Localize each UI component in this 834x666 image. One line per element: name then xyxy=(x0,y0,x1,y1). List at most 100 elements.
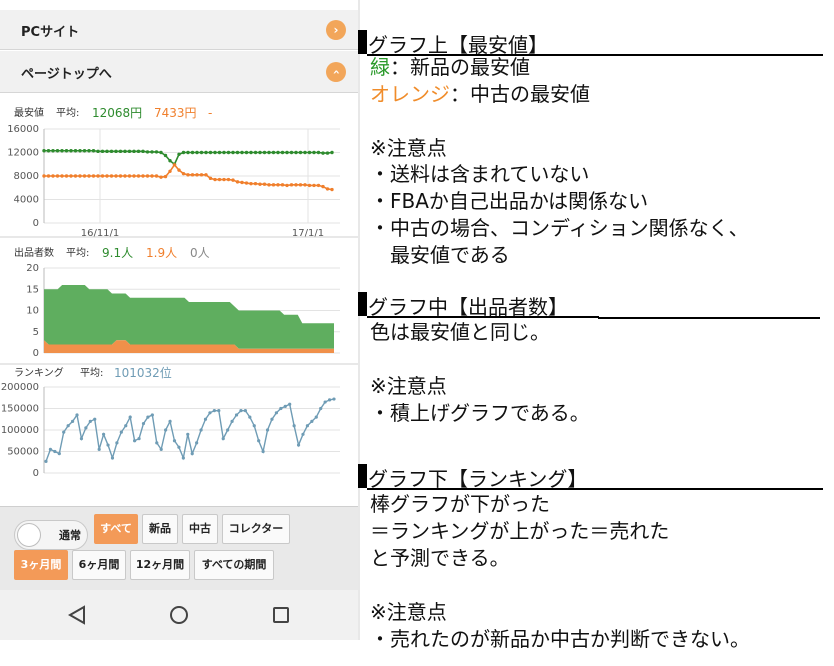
period-6m-button[interactable]: 6ヶ月間 xyxy=(72,550,126,580)
orange-word: オレンジ xyxy=(370,82,450,106)
filter-used-button[interactable]: 中古 xyxy=(182,514,218,544)
ranking-point xyxy=(119,430,123,434)
new-price-point xyxy=(231,150,235,155)
ranking-point xyxy=(261,449,265,454)
period-12m-button[interactable]: 12ヶ月間 xyxy=(130,550,190,580)
green-desc: ：新品の最安値 xyxy=(390,55,530,79)
ranking-point xyxy=(44,459,48,463)
used-price-point xyxy=(226,177,231,182)
used-price-point xyxy=(109,174,114,178)
note-fba: ・FBAか自己出品かは関係ない xyxy=(370,189,649,213)
toggle-knob[interactable] xyxy=(17,523,41,547)
ranking-point xyxy=(53,449,57,454)
new-price-point xyxy=(226,150,231,155)
ranking-point xyxy=(239,409,243,413)
new-price-point xyxy=(262,150,267,155)
new-price-point xyxy=(316,150,321,155)
used-price-point xyxy=(105,174,109,178)
note-rank-3: と予測できる。 xyxy=(370,546,510,570)
new-price-point xyxy=(150,150,154,154)
ranking-point xyxy=(168,419,172,423)
new-price-point xyxy=(204,150,208,155)
used-price-point xyxy=(285,183,289,188)
new-price-point xyxy=(199,150,204,155)
ranking-point xyxy=(230,419,234,423)
used-price-point xyxy=(163,174,168,179)
filter-all-button[interactable]: すべて xyxy=(94,514,138,544)
ranking-point xyxy=(84,426,88,430)
new-price-point xyxy=(118,149,123,154)
used-price-point xyxy=(64,174,69,178)
used-price-point xyxy=(244,181,249,185)
ranking-point xyxy=(146,415,150,419)
ranking-point xyxy=(88,419,92,423)
used-price-point xyxy=(280,183,285,187)
used-price-point xyxy=(262,182,267,186)
y-tick-label: 200000 xyxy=(1,382,39,393)
new-price-point xyxy=(244,150,249,155)
used-price-point xyxy=(289,183,294,187)
y-tick-label: 20 xyxy=(26,263,39,274)
used-price-point xyxy=(127,174,132,178)
new-price-point xyxy=(42,149,46,153)
orange-desc: ：中古の最安値 xyxy=(450,82,590,106)
ranking-point xyxy=(155,441,159,445)
note-condition: ・中古の場合、コンディション関係なく、 xyxy=(370,216,749,240)
used-price-point xyxy=(258,182,262,186)
mode-toggle[interactable]: 通常 xyxy=(14,520,88,550)
used-price-point xyxy=(100,174,105,178)
home-icon[interactable] xyxy=(168,604,190,626)
ranking-point xyxy=(221,437,225,441)
ranking-point xyxy=(110,456,115,460)
new-price-point xyxy=(249,150,253,155)
filter-collector-button[interactable]: コレクター xyxy=(222,514,290,544)
used-price-point xyxy=(325,187,330,191)
note-rank-1: 棒グラフが下がった xyxy=(370,492,550,516)
used-price-point xyxy=(298,183,303,187)
period-all-button[interactable]: すべての期間 xyxy=(194,550,274,580)
used-price-point xyxy=(249,181,253,186)
new-price-point xyxy=(307,150,312,155)
new-price-point xyxy=(109,149,114,154)
used-price-point xyxy=(172,163,177,167)
new-price-point xyxy=(280,150,285,155)
heading-underline-ext xyxy=(598,317,820,319)
new-price-point xyxy=(325,151,330,155)
filter-new-button[interactable]: 新品 xyxy=(142,514,178,544)
used-price-point xyxy=(60,174,64,178)
used-price-point xyxy=(294,183,298,187)
new-price-point xyxy=(168,159,172,163)
ranking-point xyxy=(75,413,79,417)
ranking-point xyxy=(252,424,256,428)
ranking-point xyxy=(292,424,296,428)
used-price-point xyxy=(132,174,136,178)
recents-icon[interactable] xyxy=(270,604,292,626)
new-price-point xyxy=(123,149,127,154)
used-price-line xyxy=(44,163,333,191)
new-sellers-area xyxy=(44,285,334,349)
new-price-point xyxy=(73,149,78,153)
ranking-point xyxy=(62,430,66,434)
caution-title-1: ※注意点 xyxy=(370,136,447,160)
new-price-point xyxy=(55,149,60,153)
pc-site-link[interactable]: PCサイト › xyxy=(0,10,358,50)
charts-area: 最安値 平均: 12068円 7433円 - 0 4000 8000 12000 160… xyxy=(0,106,358,479)
used-price-point xyxy=(159,175,163,179)
ranking-point xyxy=(323,400,327,404)
period-3m-button[interactable]: 3ヶ月間 xyxy=(14,550,68,580)
new-price-point xyxy=(96,149,100,154)
ranking-point xyxy=(48,447,53,451)
used-price-point xyxy=(150,174,154,178)
back-icon[interactable] xyxy=(66,604,88,626)
ranking-point xyxy=(102,432,106,436)
new-price-point xyxy=(190,150,195,155)
new-price-point xyxy=(285,150,289,155)
ranking-point xyxy=(115,441,119,445)
ranking-point xyxy=(327,398,332,402)
used-price-point xyxy=(91,174,96,178)
chevron-right-icon: › xyxy=(326,20,346,40)
price-avg-used: 7433円 xyxy=(154,106,197,120)
price-avg-label: 平均: xyxy=(56,107,79,119)
page-top-link[interactable]: ページトップへ › xyxy=(0,51,358,93)
ranking-point xyxy=(141,421,146,426)
